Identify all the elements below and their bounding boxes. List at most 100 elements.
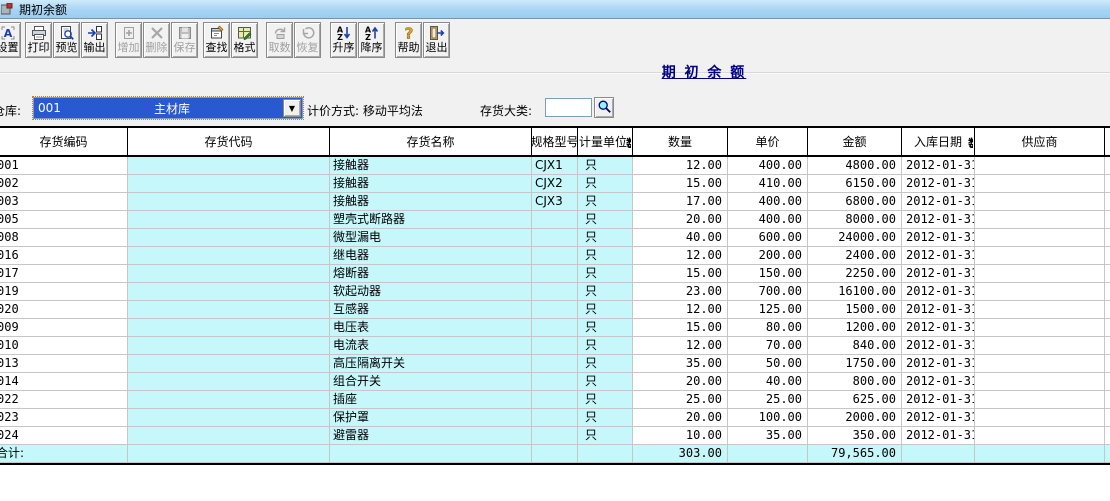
print-button[interactable]: 打印 <box>25 22 52 58</box>
save-button[interactable]: 保存 <box>171 22 198 58</box>
table-row[interactable]: 003 接触器CJX3只17.00400.006800.002012-01-31 <box>0 193 1110 211</box>
cell-edge <box>1105 157 1110 175</box>
cell-amount: 2250.00 <box>808 265 902 283</box>
cell-spec: CJX3 <box>532 193 578 211</box>
cell-edge <box>1105 409 1110 427</box>
cell-qty: 25.00 <box>633 391 728 409</box>
cell-date: 2012-01-31 <box>902 265 975 283</box>
search-button[interactable] <box>594 97 614 118</box>
cell-edge <box>1105 427 1110 445</box>
cell-qty: 20.00 <box>633 211 728 229</box>
cell-amount: 1750.00 <box>808 355 902 373</box>
toolbar-button-label: 帮助 <box>397 41 420 54</box>
find-button[interactable]: 查找 <box>203 22 230 58</box>
cell-name: 接触器 <box>330 175 532 193</box>
add-button[interactable]: 增加 <box>115 22 142 58</box>
svg-text:A: A <box>3 27 12 40</box>
table-row[interactable]: 017 熔断器 只15.00150.002250.002012-01-31 <box>0 265 1110 283</box>
cell-date: 2012-01-31 <box>902 301 975 319</box>
delete-icon <box>149 24 165 41</box>
cell-code2 <box>128 175 330 193</box>
toolbar-button-label: 查找 <box>205 41 228 54</box>
table-row[interactable]: 014 组合开关 只20.0040.00800.002012-01-31 <box>0 373 1110 391</box>
chevron-down-icon[interactable]: ▼ <box>283 99 301 117</box>
table-row[interactable]: 005 塑壳式断路器 只20.00400.008000.002012-01-31 <box>0 211 1110 229</box>
column-header-date: 入库日期数 <box>902 128 975 155</box>
cell-amount: 4800.00 <box>808 157 902 175</box>
column-header-price: 单价 <box>728 128 808 155</box>
cell-amount: 840.00 <box>808 337 902 355</box>
warehouse-select[interactable]: 001 主材库 ▼ <box>32 96 304 120</box>
cell-unit <box>578 445 633 463</box>
cell-code2 <box>128 337 330 355</box>
cell-price: 40.00 <box>728 373 808 391</box>
cell-name: 保护罩 <box>330 409 532 427</box>
format-button[interactable]: 格式 <box>231 22 258 58</box>
toolbar-button-label: 格式 <box>233 41 256 54</box>
column-header-code: 存货编码 <box>0 128 128 155</box>
cell-code: 003 <box>0 193 128 211</box>
cell-unit: 只 <box>578 391 633 409</box>
table-row[interactable]: 020 互感器 只12.00125.001500.002012-01-31 <box>0 301 1110 319</box>
table-row[interactable]: 008 微型漏电 只40.00600.0024000.002012-01-31 <box>0 229 1110 247</box>
column-header-edge <box>1105 128 1110 155</box>
table-row[interactable]: 019 软起动器 只23.00700.0016100.002012-01-31 <box>0 283 1110 301</box>
delete-button[interactable]: 删除 <box>143 22 170 58</box>
help-button[interactable]: ? 帮助 <box>395 22 422 58</box>
preview-button[interactable]: 预览 <box>53 22 80 58</box>
table-row[interactable]: 001 接触器CJX1只12.00400.004800.002012-01-31 <box>0 157 1110 175</box>
category-input[interactable] <box>545 98 592 117</box>
cell-code2 <box>128 301 330 319</box>
cell-date <box>902 445 975 463</box>
table-row[interactable]: 024 避雷器 只10.0035.00350.002012-01-31 <box>0 427 1110 445</box>
total-row[interactable]: 合计: 303.00 79,565.00 <box>0 445 1110 465</box>
undo-icon <box>300 24 316 41</box>
cell-date: 2012-01-31 <box>902 247 975 265</box>
export-button[interactable]: 输出 <box>81 22 108 58</box>
cell-edge <box>1105 319 1110 337</box>
fetch-button[interactable]: 取数 <box>266 22 293 58</box>
cell-code2 <box>128 229 330 247</box>
svg-text:?: ? <box>404 25 413 41</box>
cell-amount: 350.00 <box>808 427 902 445</box>
cell-edge <box>1105 229 1110 247</box>
cell-spec <box>532 265 578 283</box>
cell-amount: 6150.00 <box>808 175 902 193</box>
table-row[interactable]: 009 电压表 只15.0080.001200.002012-01-31 <box>0 319 1110 337</box>
exit-button[interactable]: 退出 <box>423 22 450 58</box>
cell-edge <box>1105 373 1110 391</box>
cell-name: 接触器 <box>330 193 532 211</box>
cell-supplier <box>975 265 1105 283</box>
cell-supplier <box>975 283 1105 301</box>
cell-edge <box>1105 247 1110 265</box>
format-icon <box>237 24 253 41</box>
sort-asc-button[interactable]: A Z 升序 <box>330 22 357 58</box>
cell-price: 80.00 <box>728 319 808 337</box>
cell-code: 010 <box>0 337 128 355</box>
cell-spec <box>532 319 578 337</box>
cell-unit: 只 <box>578 265 633 283</box>
cell-edge <box>1105 337 1110 355</box>
table-row[interactable]: 023 保护罩 只20.00100.002000.002012-01-31 <box>0 409 1110 427</box>
cell-code: 022 <box>0 391 128 409</box>
cell-date: 2012-01-31 <box>902 355 975 373</box>
cell-price: 600.00 <box>728 229 808 247</box>
table-row[interactable]: 010 电流表 只12.0070.00840.002012-01-31 <box>0 337 1110 355</box>
cell-unit: 只 <box>578 301 633 319</box>
table-row[interactable]: 022插座只25.0025.00625.002012-01-31 <box>0 391 1110 409</box>
column-header-supplier: 供应商 <box>975 128 1105 155</box>
table-row[interactable]: 002 接触器CJX2只15.00410.006150.002012-01-31 <box>0 175 1110 193</box>
cell-amount: 800.00 <box>808 373 902 391</box>
cell-supplier <box>975 247 1105 265</box>
cell-supplier <box>975 409 1105 427</box>
cell-edge <box>1105 391 1110 409</box>
table-row[interactable]: 016 继电器 只12.00200.002400.002012-01-31 <box>0 247 1110 265</box>
table-row[interactable]: 013 高压隔离开关 只35.0050.001750.002012-01-31 <box>0 355 1110 373</box>
cell-name: 电流表 <box>330 337 532 355</box>
undo-button[interactable]: 恢复 <box>294 22 321 58</box>
settings-button[interactable]: A设置 <box>0 22 21 58</box>
cell-qty: 12.00 <box>633 301 728 319</box>
column-header-unit: 计量单位数 <box>578 128 633 155</box>
sort-desc-button[interactable]: A Z 降序 <box>358 22 385 58</box>
cell-price: 700.00 <box>728 283 808 301</box>
